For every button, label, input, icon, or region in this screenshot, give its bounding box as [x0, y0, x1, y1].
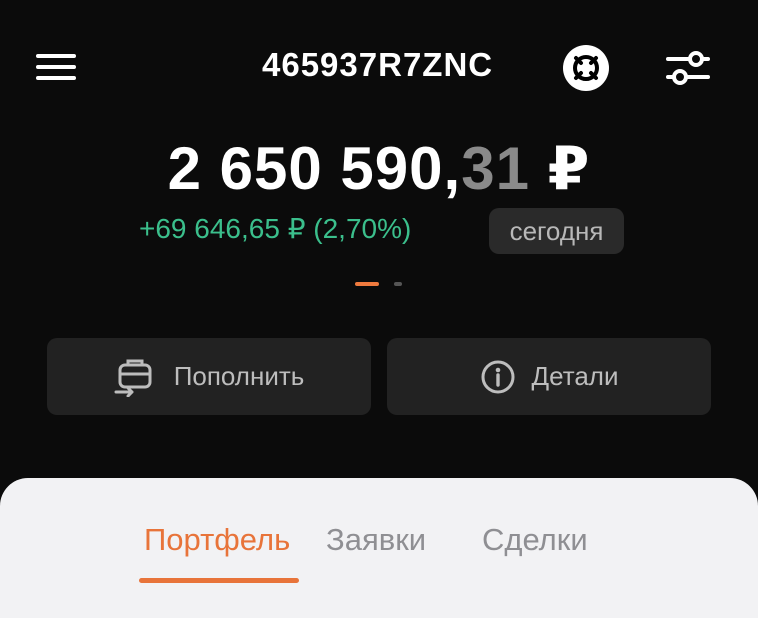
- period-selector[interactable]: сегодня: [489, 208, 624, 254]
- details-label: Детали: [531, 361, 619, 391]
- portfolio-balance: 2 650 590,31 ₽: [0, 134, 758, 204]
- details-button[interactable]: Детали: [387, 338, 711, 415]
- tab-portfolio[interactable]: Портфель: [144, 522, 290, 558]
- top-bar: 465937R7ZNC: [0, 0, 758, 140]
- active-tab-indicator: [139, 578, 299, 583]
- topup-label: Пополнить: [173, 361, 305, 391]
- tab-deals[interactable]: Сделки: [482, 522, 588, 558]
- balance-currency: ₽: [529, 135, 591, 202]
- page-indicator-inactive: [394, 282, 402, 286]
- topup-button[interactable]: Пополнить: [47, 338, 371, 415]
- hamburger-menu-icon[interactable]: [36, 54, 78, 82]
- daily-change: +69 646,65 ₽ (2,70%): [139, 213, 412, 244]
- filter-sliders-icon[interactable]: [666, 50, 710, 86]
- tab-orders[interactable]: Заявки: [326, 522, 426, 558]
- info-circle-icon: [480, 359, 516, 395]
- account-id-text: 465937R7ZNC: [262, 46, 494, 83]
- broker-logo-icon[interactable]: [563, 45, 609, 91]
- balance-cents: 31: [461, 135, 530, 202]
- wallet-transfer-icon: [114, 357, 158, 397]
- page-indicator-active: [355, 282, 379, 286]
- balance-integer: 2 650 590,: [167, 135, 462, 202]
